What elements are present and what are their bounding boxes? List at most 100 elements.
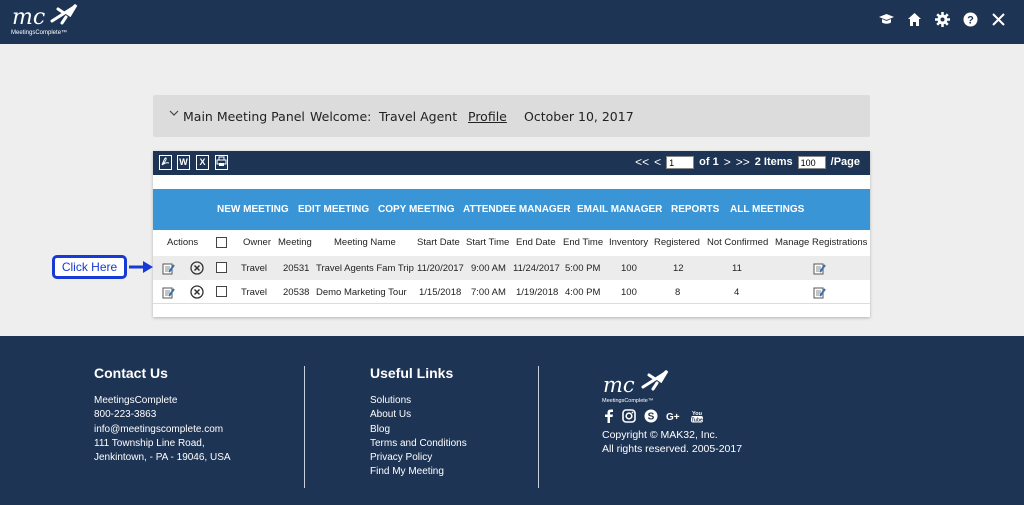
cell-end-date: 1/19/2018	[516, 287, 559, 298]
cell-start-date: 1/15/2018	[419, 287, 462, 298]
arrow-right-icon	[129, 261, 153, 273]
col-end-date[interactable]: End Date	[516, 237, 556, 248]
manage-registrations-icon[interactable]	[813, 286, 826, 299]
social-links: S G+ You Tube	[604, 409, 704, 423]
gear-icon[interactable]	[935, 12, 950, 27]
footer-logo: mc MeetingsComplete™	[601, 369, 681, 407]
col-not-confirmed[interactable]: Not Confirmed	[707, 237, 768, 248]
footer-divider	[538, 366, 539, 488]
edit-icon[interactable]	[162, 286, 175, 299]
meetings-table-card: W X << < 1 of 1 > >> 2 Items 100 /Page N…	[153, 151, 870, 317]
youtube-icon[interactable]: YouTube	[690, 409, 704, 423]
cell-meeting-name[interactable]: Demo Marketing Tour	[316, 287, 407, 298]
instagram-icon[interactable]	[622, 409, 636, 423]
skype-icon[interactable]: S	[644, 409, 658, 423]
cell-inventory: 100	[621, 287, 637, 298]
contact-phone[interactable]: 800-223-3863	[94, 408, 231, 422]
footer-logo-text: mc	[603, 373, 635, 397]
col-start-time[interactable]: Start Time	[466, 237, 509, 248]
footer-divider	[304, 366, 305, 488]
footer: Contact Us MeetingsComplete 800-223-3863…	[0, 336, 1024, 505]
copy-meeting-button[interactable]: COPY MEETING	[378, 204, 455, 215]
row-checkbox[interactable]	[216, 286, 227, 297]
cancel-icon[interactable]	[190, 261, 204, 275]
per-page-label: /Page	[830, 156, 860, 168]
cell-end-time: 4:00 PM	[565, 287, 601, 298]
footer-logo-subtext: MeetingsComplete™	[602, 398, 654, 404]
contact-address-line1: 111 Township Line Road,	[94, 437, 205, 449]
edit-meeting-button[interactable]: EDIT MEETING	[298, 204, 369, 215]
main-meeting-panel-header: Main Meeting Panel Welcome: Travel Agent…	[153, 95, 870, 137]
col-actions: Actions	[167, 237, 199, 248]
chevron-down-icon[interactable]	[169, 108, 179, 118]
logo[interactable]: mc MeetingsComplete™	[10, 3, 80, 41]
useful-links-heading: Useful Links	[370, 365, 454, 381]
panel-title[interactable]: Main Meeting Panel	[183, 109, 305, 124]
col-inventory[interactable]: Inventory	[609, 237, 648, 248]
top-bar: mc MeetingsComplete™ ?	[0, 0, 1024, 44]
first-page-button[interactable]: <<	[635, 155, 649, 169]
cell-start-time: 7:00 AM	[471, 287, 506, 298]
cell-end-date: 11/24/2017	[513, 263, 560, 274]
manage-registrations-icon[interactable]	[813, 262, 826, 275]
new-meeting-button[interactable]: NEW MEETING	[217, 204, 289, 215]
page-input[interactable]: 1	[666, 155, 695, 169]
per-page-input[interactable]: 100	[797, 155, 826, 169]
attendee-manager-button[interactable]: ATTENDEE MANAGER	[463, 204, 571, 215]
close-icon[interactable]	[991, 12, 1006, 27]
link-blog[interactable]: Blog	[370, 423, 467, 437]
profile-link[interactable]: Profile	[468, 109, 507, 124]
google-plus-icon[interactable]: G+	[666, 410, 682, 422]
table-toolbar: W X << < 1 of 1 > >> 2 Items 100 /Page	[153, 151, 870, 175]
table-row: Travel 20538 Demo Marketing Tour 1/15/20…	[153, 280, 870, 304]
col-meeting-name[interactable]: Meeting Name	[334, 237, 396, 248]
meeting-menu-bar: NEW MEETING EDIT MEETING COPY MEETING AT…	[153, 189, 870, 230]
contact-heading: Contact Us	[94, 365, 168, 381]
col-meeting[interactable]: Meeting	[278, 237, 312, 248]
cancel-icon[interactable]	[190, 285, 204, 299]
all-meetings-button[interactable]: ALL MEETINGS	[730, 204, 804, 215]
reports-button[interactable]: REPORTS	[671, 204, 719, 215]
next-page-button[interactable]: >	[724, 155, 731, 169]
col-registered[interactable]: Registered	[654, 237, 700, 248]
cell-meeting: 20538	[283, 287, 310, 298]
contact-email[interactable]: info@meetingscomplete.com	[94, 423, 231, 437]
home-icon[interactable]	[907, 12, 922, 27]
link-solutions[interactable]: Solutions	[370, 394, 467, 408]
table-row: Travel 20531 Travel Agents Fam Trip 11/2…	[153, 256, 870, 280]
pdf-icon[interactable]	[159, 155, 172, 170]
col-start-date[interactable]: Start Date	[417, 237, 460, 248]
copyright: Copyright © MAK32, Inc. All rights reser…	[602, 428, 742, 457]
edit-icon[interactable]	[162, 262, 175, 275]
svg-text:G+: G+	[666, 412, 680, 422]
click-here-callout: Click Here	[52, 255, 127, 279]
svg-text:?: ?	[967, 15, 974, 27]
email-manager-button[interactable]: EMAIL MANAGER	[577, 204, 662, 215]
col-owner[interactable]: Owner	[243, 237, 271, 248]
last-page-button[interactable]: >>	[736, 155, 750, 169]
select-all-checkbox[interactable]	[216, 237, 227, 248]
pagination: << < 1 of 1 > >> 2 Items 100 /Page	[635, 155, 860, 169]
cell-end-time: 5:00 PM	[565, 263, 601, 274]
link-about-us[interactable]: About Us	[370, 408, 467, 422]
help-icon[interactable]: ?	[963, 12, 978, 27]
contact-info: MeetingsComplete 800-223-3863 info@meeti…	[94, 394, 231, 465]
cell-registered: 8	[675, 287, 681, 298]
cell-owner: Travel	[241, 287, 268, 298]
col-manage-registrations: Manage Registrations	[775, 237, 868, 248]
print-icon[interactable]	[215, 155, 228, 170]
excel-icon[interactable]: X	[196, 155, 209, 170]
link-find-my-meeting[interactable]: Find My Meeting	[370, 465, 467, 479]
cell-inventory: 100	[621, 263, 637, 274]
useful-links-list: Solutions About Us Blog Terms and Condit…	[370, 394, 467, 480]
col-end-time[interactable]: End Time	[563, 237, 603, 248]
link-privacy[interactable]: Privacy Policy	[370, 451, 467, 465]
word-icon[interactable]: W	[177, 155, 190, 170]
user-name: Travel Agent	[379, 109, 458, 124]
link-terms[interactable]: Terms and Conditions	[370, 437, 467, 451]
cell-meeting-name[interactable]: Travel Agents Fam Trip	[316, 263, 414, 274]
facebook-icon[interactable]	[604, 409, 614, 423]
prev-page-button[interactable]: <	[654, 155, 661, 169]
graduation-cap-icon[interactable]	[879, 12, 894, 27]
row-checkbox[interactable]	[216, 262, 227, 273]
